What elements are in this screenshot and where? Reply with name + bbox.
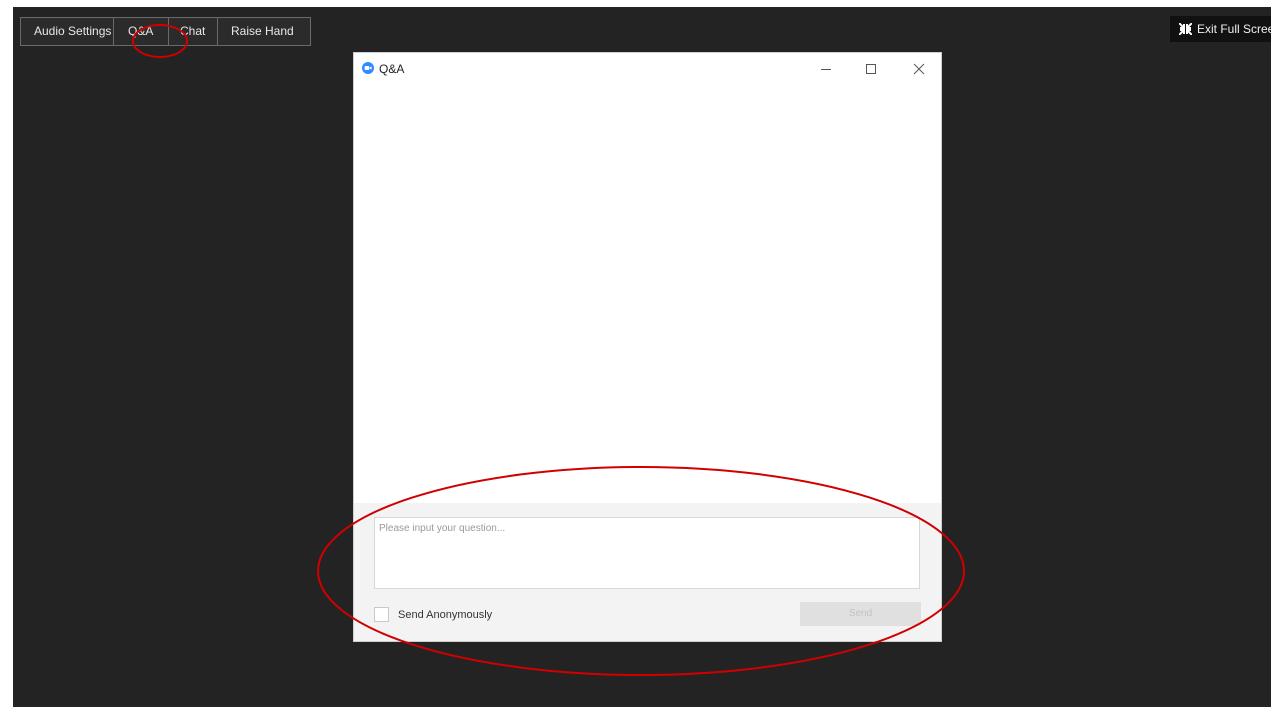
qa-window: Q&A Send Anonymously Send bbox=[354, 53, 941, 641]
minimize-button[interactable] bbox=[814, 59, 838, 79]
qa-window-titlebar[interactable]: Q&A bbox=[354, 53, 941, 85]
close-button[interactable] bbox=[907, 59, 931, 79]
qa-button[interactable]: Q&A bbox=[114, 18, 169, 45]
maximize-icon bbox=[866, 64, 876, 74]
maximize-button[interactable] bbox=[859, 59, 883, 79]
webinar-toolbar: Audio Settings Q&A Chat Raise Hand bbox=[20, 17, 311, 46]
exit-fullscreen-icon bbox=[1179, 23, 1192, 35]
qa-window-title: Q&A bbox=[379, 62, 405, 76]
send-anonymously-checkbox[interactable] bbox=[374, 607, 389, 622]
questions-list bbox=[354, 85, 941, 503]
send-button[interactable]: Send bbox=[800, 602, 921, 626]
exit-fullscreen-label: Exit Full Screen bbox=[1197, 22, 1271, 36]
zoom-logo-icon bbox=[362, 62, 374, 74]
minimize-icon bbox=[821, 69, 831, 70]
close-icon bbox=[913, 63, 925, 75]
exit-fullscreen-button[interactable]: Exit Full Screen bbox=[1170, 16, 1271, 42]
question-compose-area: Send Anonymously Send bbox=[354, 503, 941, 641]
raise-hand-button[interactable]: Raise Hand bbox=[218, 18, 310, 45]
chat-button[interactable]: Chat bbox=[169, 18, 218, 45]
send-anonymously-label: Send Anonymously bbox=[398, 609, 493, 621]
question-input[interactable] bbox=[374, 517, 920, 589]
audio-settings-button[interactable]: Audio Settings bbox=[21, 18, 114, 45]
